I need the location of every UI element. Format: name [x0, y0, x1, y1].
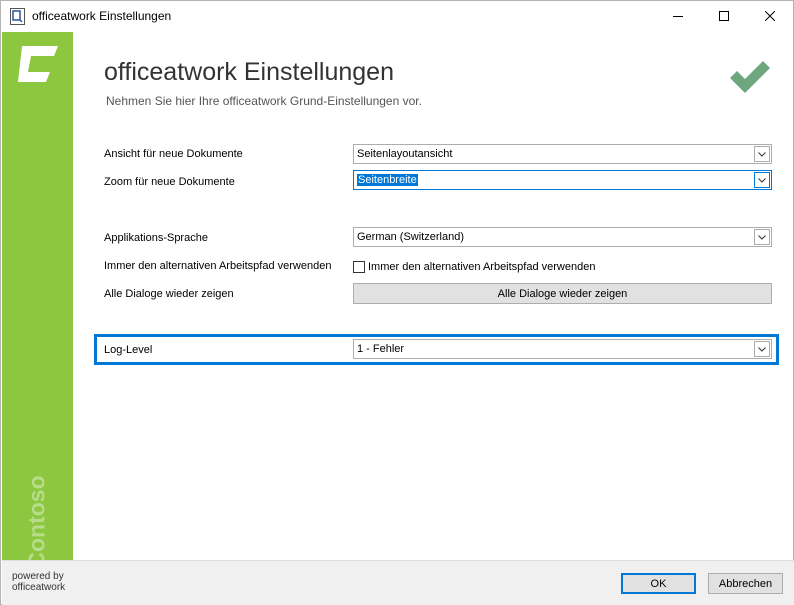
show-all-dialogs-button[interactable]: Alle Dialoge wieder zeigen	[353, 283, 772, 304]
powered-line-1: powered by	[12, 571, 64, 582]
minimize-icon	[673, 16, 683, 17]
powered-by: powered by officeatwork	[12, 571, 65, 593]
ok-button[interactable]: OK	[621, 573, 696, 594]
alt-path-checkbox[interactable]	[353, 261, 365, 273]
maximize-button[interactable]	[701, 1, 747, 31]
alt-path-label: Immer den alternativen Arbeitspfad verwe…	[104, 260, 332, 272]
brand-sidebar: Contoso	[2, 32, 73, 569]
view-label: Ansicht für neue Dokumente	[104, 148, 243, 160]
dialogs-label: Alle Dialoge wieder zeigen	[104, 288, 234, 300]
window-title: officeatwork Einstellungen	[32, 9, 172, 23]
alt-path-checkbox-label[interactable]: Immer den alternativen Arbeitspfad verwe…	[368, 261, 595, 273]
zoom-dropdown[interactable]: Seitenbreite	[353, 170, 772, 190]
alt-path-option[interactable]: Immer den alternativen Arbeitspfad verwe…	[353, 259, 595, 275]
language-dropdown[interactable]: German (Switzerland)	[353, 227, 772, 247]
loglevel-label: Log-Level	[104, 344, 153, 356]
zoom-label: Zoom für neue Dokumente	[104, 176, 235, 188]
maximize-icon	[719, 11, 729, 21]
chevron-down-icon	[758, 151, 766, 157]
chevron-down-icon	[758, 234, 766, 240]
zoom-value: Seitenbreite	[357, 174, 418, 186]
title-bar: officeatwork Einstellungen	[1, 1, 793, 31]
chevron-down-icon	[758, 177, 766, 183]
powered-line-2: officeatwork	[12, 582, 66, 593]
page-title: officeatwork Einstellungen	[104, 58, 394, 86]
minimize-button[interactable]	[655, 1, 701, 31]
page-subtitle: Nehmen Sie hier Ihre officeatwork Grund-…	[106, 94, 422, 108]
logo-icon	[18, 46, 58, 82]
footer-bar: powered by officeatwork OK Abbrechen	[2, 560, 794, 605]
brand-text: Contoso	[23, 475, 50, 569]
settings-window: officeatwork Einstellungen Contoso offic…	[0, 0, 794, 605]
chevron-down-icon	[758, 346, 766, 352]
close-icon	[765, 11, 775, 21]
close-button[interactable]	[747, 1, 793, 31]
language-label: Applikations-Sprache	[104, 232, 208, 244]
language-value: German (Switzerland)	[357, 231, 464, 243]
loglevel-dropdown-arrow[interactable]	[754, 341, 770, 357]
language-dropdown-arrow[interactable]	[754, 229, 770, 245]
view-dropdown-arrow[interactable]	[754, 146, 770, 162]
view-dropdown[interactable]: Seitenlayoutansicht	[353, 144, 772, 164]
loglevel-dropdown[interactable]: 1 - Fehler	[353, 339, 772, 359]
checkmark-icon	[730, 61, 770, 93]
app-icon	[10, 8, 25, 25]
cancel-button[interactable]: Abbrechen	[708, 573, 783, 594]
loglevel-value: 1 - Fehler	[357, 343, 405, 355]
zoom-dropdown-arrow[interactable]	[754, 172, 770, 188]
view-value: Seitenlayoutansicht	[357, 148, 453, 160]
